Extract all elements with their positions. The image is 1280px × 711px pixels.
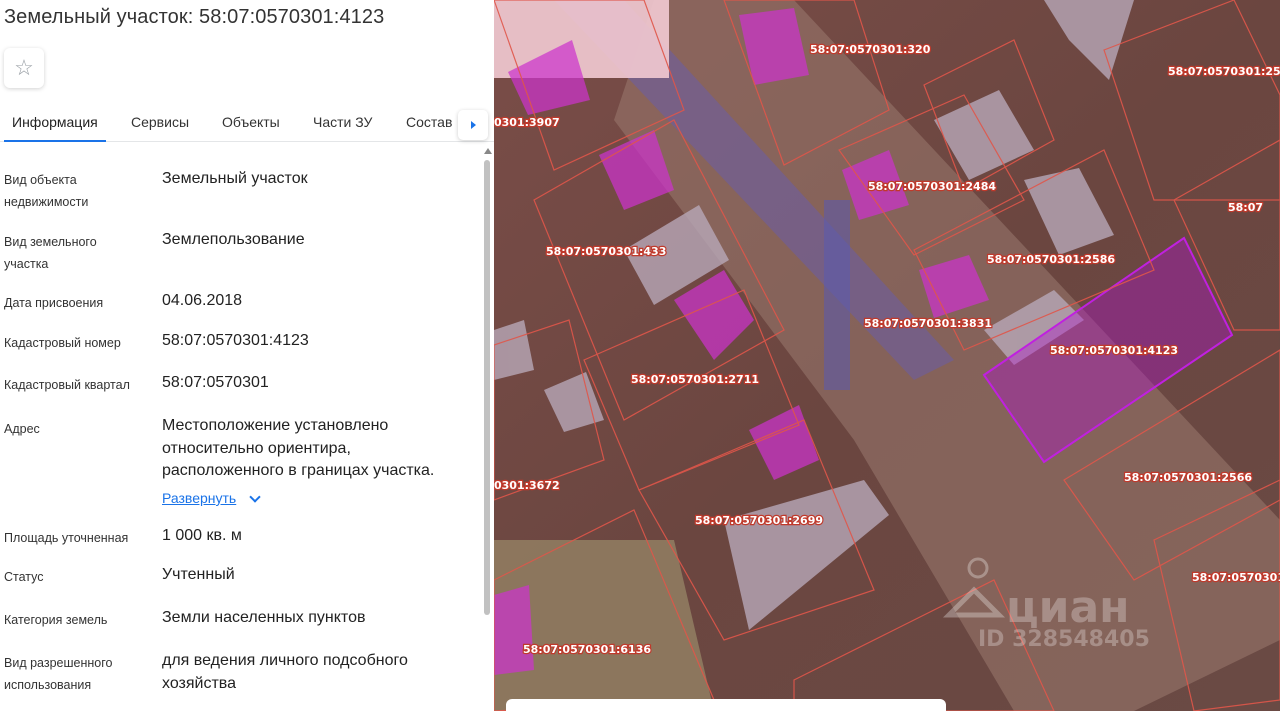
tab-information[interactable]: Информация [12, 114, 98, 130]
info-label: Статус [4, 570, 44, 584]
star-icon: ☆ [14, 55, 34, 80]
parcel-label[interactable]: 58:07:0570301:6136 [522, 642, 653, 657]
info-value: для ведения личного подсобного хозяйства [162, 652, 408, 692]
info-label: Адрес [4, 422, 40, 436]
parcel-label[interactable]: 58:07:0570301:433 [545, 244, 668, 259]
tab-services[interactable]: Сервисы [131, 114, 189, 130]
page-title: Земельный участок: 58:07:0570301:4123 [4, 6, 385, 28]
road-strip [824, 200, 850, 390]
scrollbar-thumb[interactable] [484, 160, 490, 615]
info-value: 1 000 кв. м [162, 527, 242, 544]
parcel-label[interactable]: 58:07:0570301:2711 [630, 372, 760, 387]
info-label: Кадастровый номер [4, 336, 121, 350]
info-label: Площадь уточненная [4, 531, 129, 545]
parcel-label[interactable]: 58:07:0570301:3831 [863, 316, 993, 331]
parcel-label[interactable]: 58:07:0570301:2699 [694, 513, 824, 528]
tab-composition[interactable]: Состав [406, 114, 452, 130]
info-value[interactable]: 58:07:0570301 [162, 372, 477, 395]
info-value: 04.06.2018 [162, 292, 243, 309]
tab-objects[interactable]: Объекты [222, 114, 280, 130]
parcel-label[interactable]: 58:07:0570301:4123 [1049, 343, 1179, 358]
expand-address-link[interactable]: Развернуть [162, 490, 236, 506]
info-label: Категория земель [4, 613, 108, 627]
info-value-address: Местоположение установлено относительно … [162, 417, 435, 479]
scroll-up-arrow-icon[interactable] [484, 148, 492, 154]
parcel-label[interactable]: 0301:3672 [494, 478, 561, 493]
info-label: Вид разрешенного использования [4, 656, 113, 692]
parcel-label[interactable]: 58:07:0570301:320 [809, 42, 932, 57]
info-label: Кадастровый квартал [4, 378, 130, 392]
info-value: Земельный участок [162, 170, 308, 187]
info-value: Учтенный [162, 566, 235, 583]
map-canvas[interactable]: 58:07:0570301:320 58:07:0570301:2519 030… [494, 0, 1280, 711]
info-panel: Земельный участок: 58:07:0570301:4123 ☆ … [0, 0, 494, 711]
parcel-label[interactable]: 58:07 [1227, 200, 1264, 215]
parcel-label[interactable]: 58:07:0570301:2519 [1167, 64, 1280, 79]
tab-bar: Информация Сервисы Объекты Части ЗУ Сост… [0, 104, 494, 142]
tab-land-parts[interactable]: Части ЗУ [313, 114, 372, 130]
tabs-scroll-right-button[interactable] [458, 110, 488, 140]
cadastral-map[interactable]: 58:07:0570301:320 58:07:0570301:2519 030… [494, 0, 1280, 711]
app-root: Земельный участок: 58:07:0570301:4123 ☆ … [0, 0, 1280, 711]
active-tab-indicator [4, 140, 106, 142]
parcel-label[interactable]: 58:07:0570301:2484 [867, 179, 998, 194]
info-value: Земли населенных пунктов [162, 609, 366, 626]
parcel-label[interactable]: 58:07:0570301:2566 [1123, 470, 1254, 485]
info-label: Вид земельного участка [4, 235, 97, 271]
favorite-button[interactable]: ☆ [4, 48, 44, 88]
info-label: Вид объекта недвижимости [4, 173, 89, 209]
parcel-label[interactable]: 0301:3907 [494, 115, 561, 130]
bottom-sheet[interactable] [506, 699, 946, 711]
watermark-brand: циан [1006, 582, 1130, 633]
info-label: Дата присвоения [4, 296, 104, 310]
watermark-id: ID 328548405 [978, 627, 1150, 652]
info-value: Землепользование [162, 231, 305, 248]
arrow-right-icon [470, 121, 476, 129]
parcel-label[interactable]: 58:07:0570301 [1191, 570, 1280, 585]
info-value[interactable]: 58:07:0570301:4123 [162, 330, 477, 353]
parcel-label[interactable]: 58:07:0570301:2586 [986, 252, 1117, 267]
